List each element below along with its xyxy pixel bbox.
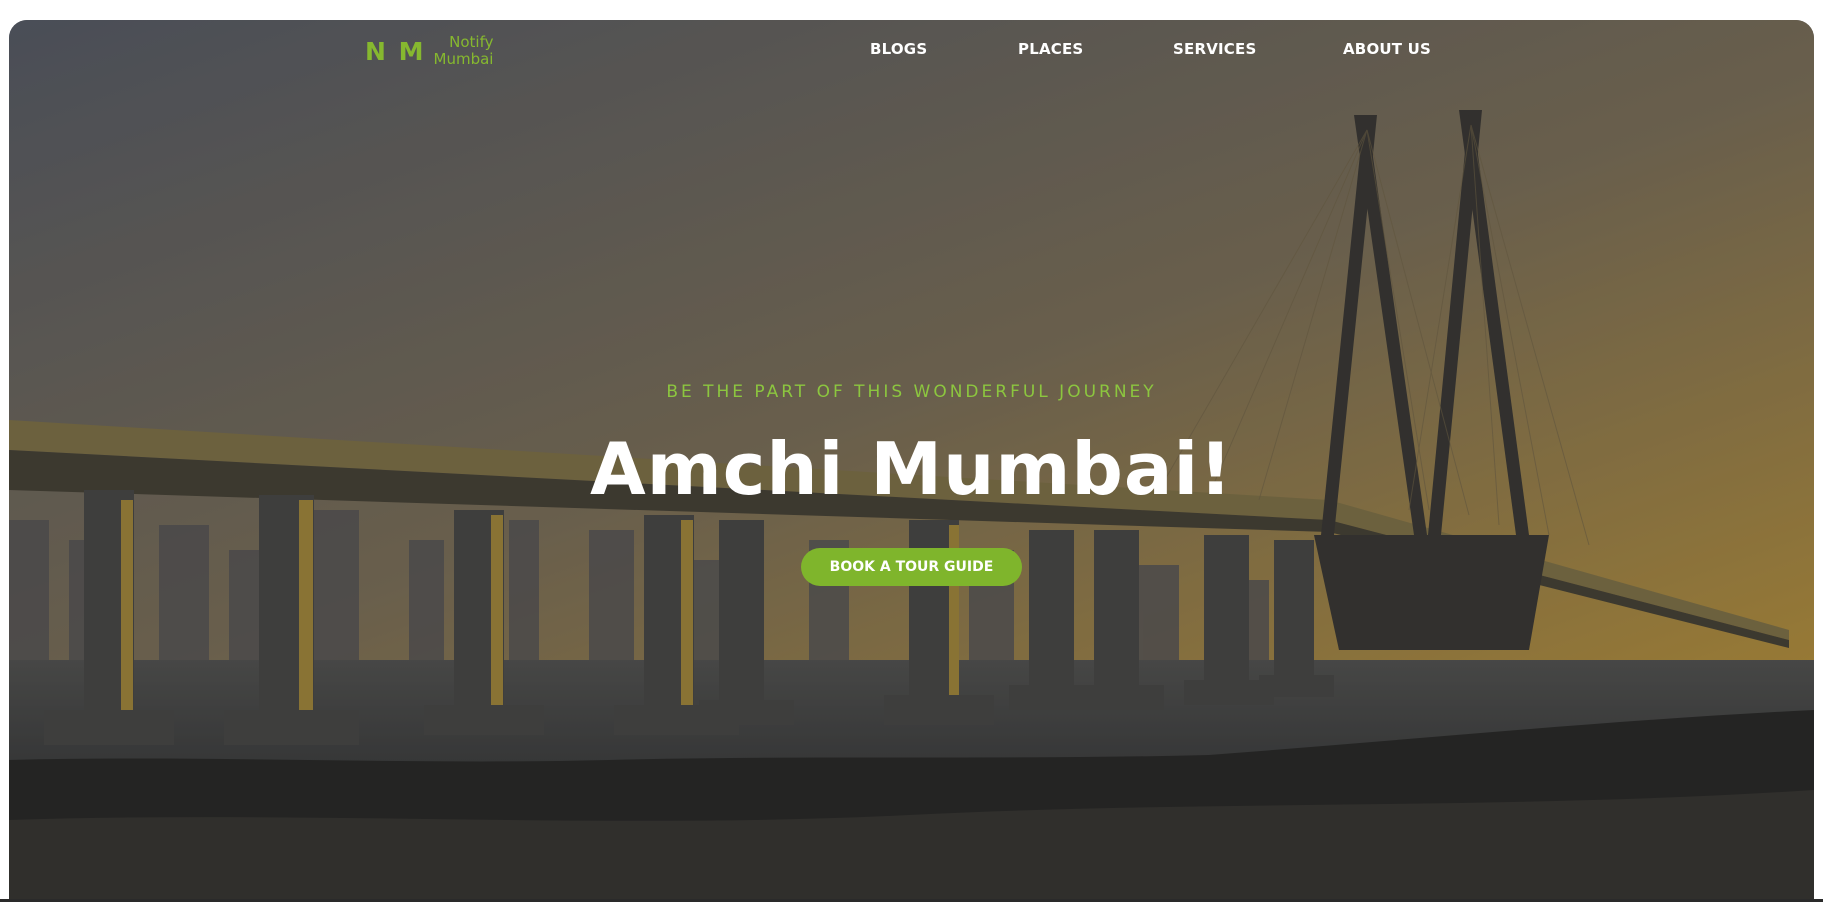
logo-mark: N M bbox=[365, 36, 426, 66]
nav-places[interactable]: PLACES bbox=[1018, 40, 1083, 58]
site-logo[interactable]: N M Notify Mumbai bbox=[365, 34, 493, 68]
hero-tagline: BE THE PART OF THIS WONDERFUL JOURNEY bbox=[666, 382, 1157, 402]
logo-line-1: Notify bbox=[449, 33, 494, 51]
book-tour-guide-button[interactable]: BOOK A TOUR GUIDE bbox=[801, 548, 1022, 586]
nav-about-us[interactable]: ABOUT US bbox=[1343, 40, 1431, 58]
nav-blogs[interactable]: BLOGS bbox=[870, 40, 927, 58]
nav-services[interactable]: SERVICES bbox=[1173, 40, 1256, 58]
hero-banner: N M Notify Mumbai BLOGS PLACES SERVICES … bbox=[9, 20, 1814, 900]
logo-line-2: Mumbai bbox=[433, 50, 494, 68]
hero-headline: Amchi Mumbai! bbox=[590, 427, 1233, 511]
logo-wordmark: Notify Mumbai bbox=[434, 34, 494, 68]
